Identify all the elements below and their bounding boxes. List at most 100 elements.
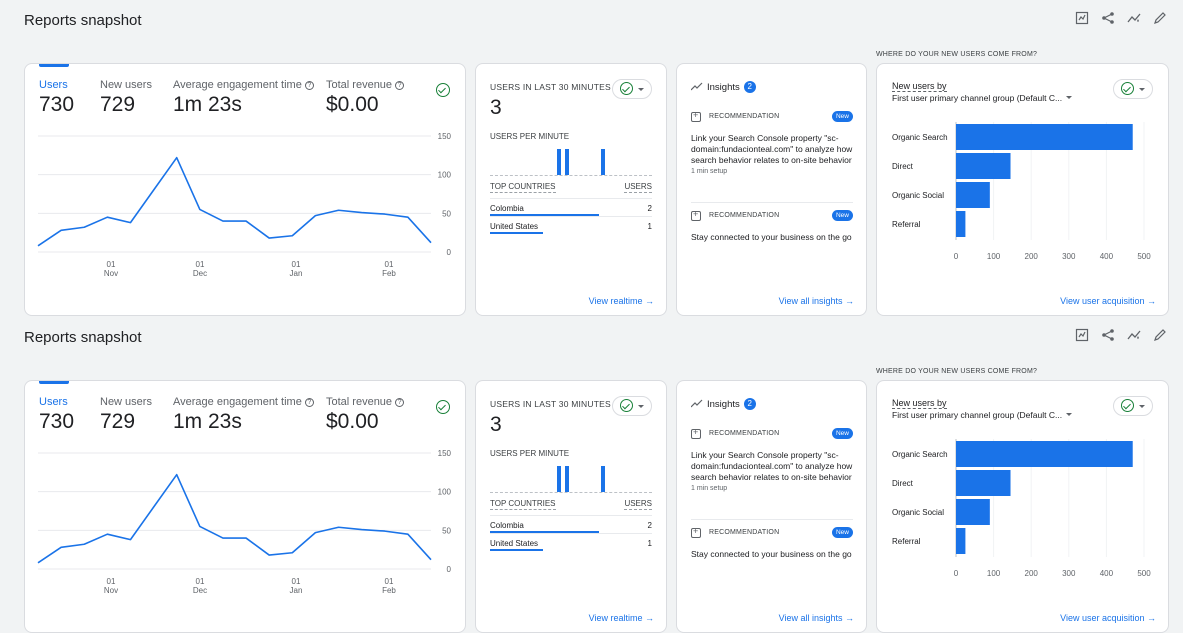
x-tick-label: 01 <box>196 577 205 586</box>
new-badge: New <box>831 210 853 221</box>
acquisition-bar-chart: 0 100 200 300 400 500 <box>954 439 1151 578</box>
share-bar <box>490 549 544 551</box>
x-tick-label: 500 <box>1137 569 1151 578</box>
x-tick-label: 01 <box>196 260 205 269</box>
country-users: 1 <box>647 222 652 231</box>
recommendation-icon <box>691 427 701 439</box>
section-title: Reports snapshot <box>24 329 142 346</box>
view-realtime-link[interactable]: View realtime → <box>589 613 654 623</box>
country-name: United States <box>490 222 539 231</box>
insights-icon[interactable] <box>1127 328 1141 342</box>
realtime-title: USERS IN LAST 30 MINUTES <box>490 82 611 92</box>
section-toolbar <box>1075 11 1167 25</box>
chevron-down-icon <box>638 88 644 91</box>
channel-bar <box>956 182 990 208</box>
x-tick-label: 100 <box>987 252 1001 261</box>
x-tick-label: 200 <box>1025 569 1039 578</box>
users-per-minute-label: USERS PER MINUTE <box>490 132 570 141</box>
realtime-count: 3 <box>490 413 502 436</box>
insights-icon[interactable] <box>1127 11 1141 25</box>
x-tick-label: Dec <box>193 586 207 595</box>
country-name: Colombia <box>490 204 524 213</box>
per-minute-bar <box>601 149 605 175</box>
edit-icon[interactable] <box>1153 11 1167 25</box>
recommendation-label: RECOMMENDATION <box>709 212 780 219</box>
new-badge: New <box>831 111 853 122</box>
recommendation-item[interactable]: RECOMMENDATION New Link your Search Cons… <box>691 427 853 492</box>
channel-bar <box>956 528 966 554</box>
x-tick-label: 0 <box>954 252 959 261</box>
users-header: USERS <box>624 499 652 510</box>
top-countries-header: TOP COUNTRIES <box>490 499 556 510</box>
acquisition-card: New users by First user primary channel … <box>876 380 1169 633</box>
top-countries-header: TOP COUNTRIES <box>490 182 556 193</box>
check-circle-icon <box>620 399 633 412</box>
x-tick-label: 400 <box>1100 252 1114 261</box>
users-series-line <box>37 473 432 564</box>
recommendation-text: Stay connected to your business on the g… <box>691 232 852 242</box>
view-user-acquisition-link[interactable]: View user acquisition → <box>1060 613 1156 623</box>
country-users: 2 <box>647 521 652 530</box>
y-tick-label: 150 <box>438 449 452 458</box>
recommendation-item[interactable]: RECOMMENDATION New Link your Search Cons… <box>691 110 853 175</box>
reports-snapshot-section: Reports snapshot Users 730 New users 729… <box>0 317 1183 633</box>
y-tick-label: 0 <box>447 565 452 574</box>
x-tick-label: 01 <box>292 577 301 586</box>
insights-title: Insights <box>707 398 740 410</box>
x-tick-label: Jan <box>290 269 303 278</box>
realtime-compare-dropdown[interactable] <box>612 79 652 99</box>
x-tick-label: Nov <box>104 269 118 278</box>
table-row: United States 1 <box>490 533 652 551</box>
share-icon[interactable] <box>1101 328 1115 342</box>
acquisition-kicker: WHERE DO YOUR NEW USERS COME FROM? <box>876 368 1038 375</box>
acquisition-bar-chart: 0 100 200 300 400 500 <box>954 122 1151 261</box>
x-tick-label: 100 <box>987 569 1001 578</box>
view-user-acquisition-link[interactable]: View user acquisition → <box>1060 296 1156 306</box>
recommendation-item[interactable]: RECOMMENDATION New Stay connected to you… <box>691 526 853 560</box>
customize-report-icon[interactable] <box>1075 11 1089 25</box>
per-minute-bar <box>557 149 561 175</box>
insights-header: Insights 2 <box>691 398 756 410</box>
customize-report-icon[interactable] <box>1075 328 1089 342</box>
x-tick-label: 300 <box>1062 569 1076 578</box>
country-name: United States <box>490 539 539 548</box>
x-tick-label: Jan <box>290 586 303 595</box>
view-all-insights-link[interactable]: View all insights → <box>779 613 854 623</box>
new-badge: New <box>831 428 853 439</box>
insights-title: Insights <box>707 81 740 93</box>
insights-count-badge: 2 <box>743 81 756 93</box>
acquisition-card: New users by First user primary channel … <box>876 63 1169 316</box>
per-minute-bar <box>565 149 569 175</box>
insights-count-badge: 2 <box>743 398 756 410</box>
recommendation-icon <box>691 209 701 221</box>
recommendation-label: RECOMMENDATION <box>709 430 780 437</box>
chevron-down-icon <box>638 405 644 408</box>
per-minute-bar <box>557 466 561 492</box>
x-tick-label: 400 <box>1100 569 1114 578</box>
per-minute-bar <box>565 466 569 492</box>
country-users: 1 <box>647 539 652 548</box>
realtime-compare-dropdown[interactable] <box>612 396 652 416</box>
channel-bar <box>956 124 1133 150</box>
y-tick-label: 100 <box>438 488 452 497</box>
recommendation-item[interactable]: RECOMMENDATION New Stay connected to you… <box>691 209 853 243</box>
x-tick-label: 01 <box>107 260 116 269</box>
view-all-insights-link[interactable]: View all insights → <box>779 296 854 306</box>
realtime-card: USERS IN LAST 30 MINUTES 3 USERS PER MIN… <box>475 380 667 633</box>
divider <box>691 519 853 520</box>
per-minute-axis <box>490 492 652 493</box>
section-toolbar <box>1075 328 1167 342</box>
share-icon[interactable] <box>1101 11 1115 25</box>
acquisition-kicker: WHERE DO YOUR NEW USERS COME FROM? <box>876 51 1038 58</box>
realtime-count: 3 <box>490 96 502 119</box>
edit-icon[interactable] <box>1153 328 1167 342</box>
check-circle-icon <box>620 82 633 95</box>
realtime-title: USERS IN LAST 30 MINUTES <box>490 399 611 409</box>
view-realtime-link[interactable]: View realtime → <box>589 296 654 306</box>
users-line-chart: 05010015001Nov01Dec01Jan01Feb <box>37 132 452 278</box>
users-header: USERS <box>624 182 652 193</box>
recommendation-text: Link your Search Console property "sc-do… <box>691 450 853 482</box>
x-tick-label: Dec <box>193 269 207 278</box>
recommendation-icon <box>691 110 701 122</box>
per-minute-bar <box>601 466 605 492</box>
